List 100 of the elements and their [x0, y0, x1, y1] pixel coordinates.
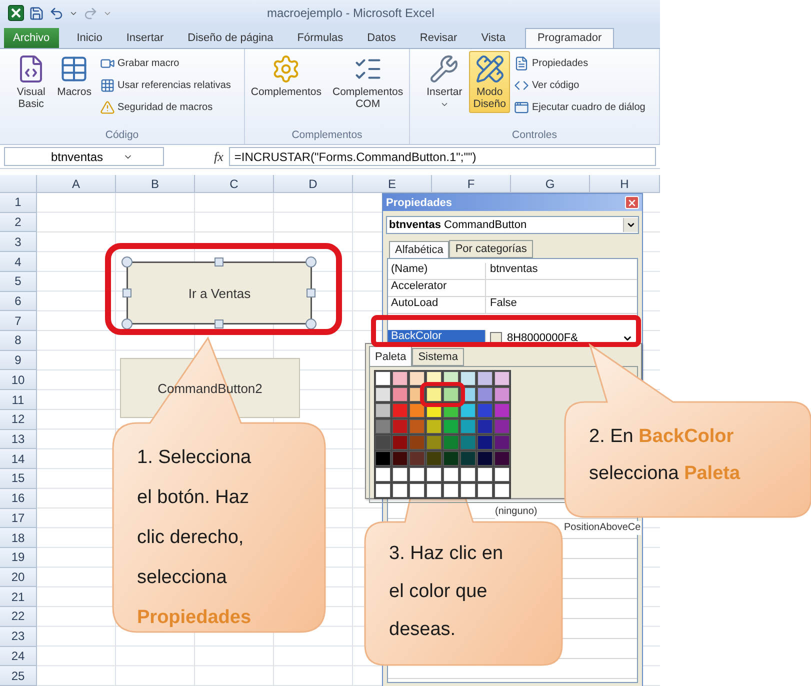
row-header[interactable]: 3 — [0, 232, 37, 252]
row-header[interactable]: 1 — [0, 193, 37, 213]
ribbon-button[interactable]: Complementos — [246, 51, 326, 102]
color-swatch[interactable] — [375, 371, 391, 386]
color-swatch[interactable] — [392, 387, 408, 402]
color-swatch[interactable] — [443, 467, 459, 482]
row-header[interactable]: 15 — [0, 469, 37, 489]
ribbon-tab[interactable]: Inicio — [64, 28, 114, 48]
color-swatch[interactable] — [426, 419, 442, 434]
column-header[interactable]: F — [432, 175, 511, 193]
column-header[interactable]: E — [353, 175, 432, 193]
color-swatch[interactable] — [443, 435, 459, 450]
color-swatch[interactable] — [409, 419, 425, 434]
property-name[interactable]: (Name) — [388, 263, 486, 279]
row-header[interactable]: 23 — [0, 626, 37, 647]
panel-tab[interactable]: Por categorías — [449, 240, 533, 258]
color-swatch[interactable] — [392, 419, 408, 434]
row-header[interactable]: 8 — [0, 331, 37, 351]
color-swatch[interactable] — [494, 371, 510, 386]
column-header[interactable]: H — [590, 175, 660, 193]
color-swatch[interactable] — [477, 387, 493, 402]
row-header[interactable]: 24 — [0, 646, 37, 666]
close-button[interactable] — [625, 196, 639, 209]
panel-tab[interactable]: Alfabética — [389, 241, 450, 258]
ribbon-button[interactable]: Grabar macro — [98, 53, 232, 74]
save-icon[interactable] — [29, 6, 44, 20]
name-box[interactable]: btnventas — [4, 147, 164, 166]
ribbon-button[interactable]: Seguridad de macros — [98, 97, 232, 118]
color-swatch[interactable] — [426, 435, 442, 450]
color-swatch[interactable] — [426, 387, 442, 402]
property-value[interactable]: (ninguno) — [495, 505, 538, 519]
color-swatch[interactable] — [460, 419, 476, 434]
color-swatch[interactable] — [477, 435, 493, 450]
color-swatch[interactable] — [375, 483, 391, 498]
color-swatch[interactable] — [460, 435, 476, 450]
row-header[interactable]: 6 — [0, 292, 37, 312]
ribbon-button[interactable]: Insertar — [422, 51, 466, 112]
row-header[interactable]: 14 — [0, 449, 37, 470]
ribbon-button[interactable]: Visual Basic — [12, 51, 50, 114]
row-header[interactable]: 17 — [0, 508, 37, 528]
popup-tab[interactable]: Paleta — [369, 346, 412, 366]
ribbon-button[interactable]: Ejecutar cuadro de diálog — [512, 97, 646, 118]
row-header[interactable]: 5 — [0, 272, 37, 292]
property-name[interactable]: AutoLoad — [388, 297, 486, 313]
row-header[interactable]: 25 — [0, 666, 37, 686]
ribbon-tab[interactable]: Revisar — [408, 28, 470, 48]
row-header[interactable]: 7 — [0, 311, 37, 332]
ribbon-tab[interactable]: Fórmulas — [285, 28, 356, 48]
color-swatch[interactable] — [426, 451, 442, 466]
ribbon-tab[interactable]: Insertar — [114, 28, 176, 48]
ribbon-button[interactable]: Usar referencias relativas — [98, 75, 232, 96]
row-header[interactable]: 20 — [0, 568, 37, 588]
sheet-button[interactable]: Ir a Ventas — [127, 262, 312, 324]
row-header[interactable]: 2 — [0, 212, 37, 232]
color-swatch[interactable] — [409, 403, 425, 418]
color-swatch[interactable] — [443, 451, 459, 466]
row-header[interactable]: 11 — [0, 390, 37, 410]
color-swatch[interactable] — [477, 403, 493, 418]
ribbon-tab[interactable]: Datos — [355, 28, 408, 48]
ribbon-button[interactable]: Complementos COM — [328, 51, 408, 114]
column-header[interactable]: C — [195, 175, 274, 193]
color-swatch[interactable] — [460, 467, 476, 482]
undo-icon[interactable] — [49, 6, 64, 20]
row-header[interactable]: 13 — [0, 430, 37, 450]
column-header[interactable]: G — [511, 175, 590, 193]
property-name[interactable]: Accelerator — [388, 280, 486, 296]
ribbon-button[interactable]: Modo Diseño — [469, 51, 510, 114]
color-swatch[interactable] — [375, 435, 391, 450]
color-swatch[interactable] — [409, 483, 425, 498]
row-header[interactable]: 9 — [0, 350, 37, 370]
color-swatch[interactable] — [375, 387, 391, 402]
row-header[interactable]: 16 — [0, 488, 37, 509]
color-swatch[interactable] — [494, 467, 510, 482]
color-swatch[interactable] — [426, 467, 442, 482]
color-swatch[interactable] — [375, 419, 391, 434]
color-swatch[interactable] — [460, 451, 476, 466]
color-swatch[interactable] — [494, 403, 510, 418]
color-swatch[interactable] — [477, 483, 493, 498]
color-swatch[interactable] — [477, 371, 493, 386]
color-swatch[interactable] — [409, 467, 425, 482]
row-header[interactable]: 4 — [0, 252, 37, 272]
property-value[interactable]: PositionAboveCe — [564, 521, 641, 535]
color-swatch[interactable] — [409, 451, 425, 466]
color-swatch[interactable] — [477, 451, 493, 466]
color-swatch[interactable] — [494, 483, 510, 498]
color-swatch[interactable] — [392, 467, 408, 482]
row-header[interactable]: 19 — [0, 548, 37, 568]
selection-handles[interactable] — [121, 256, 317, 330]
row-header[interactable]: 12 — [0, 410, 37, 430]
redo-icon[interactable] — [83, 6, 98, 20]
color-swatch[interactable] — [375, 451, 391, 466]
color-swatch[interactable] — [392, 451, 408, 466]
function-label[interactable]: fx — [214, 148, 224, 164]
color-swatch[interactable] — [477, 467, 493, 482]
color-swatch[interactable] — [494, 419, 510, 434]
color-swatch[interactable] — [392, 403, 408, 418]
color-swatch[interactable] — [392, 371, 408, 386]
color-swatch[interactable] — [460, 483, 476, 498]
color-swatch[interactable] — [375, 403, 391, 418]
color-swatch[interactable] — [392, 435, 408, 450]
